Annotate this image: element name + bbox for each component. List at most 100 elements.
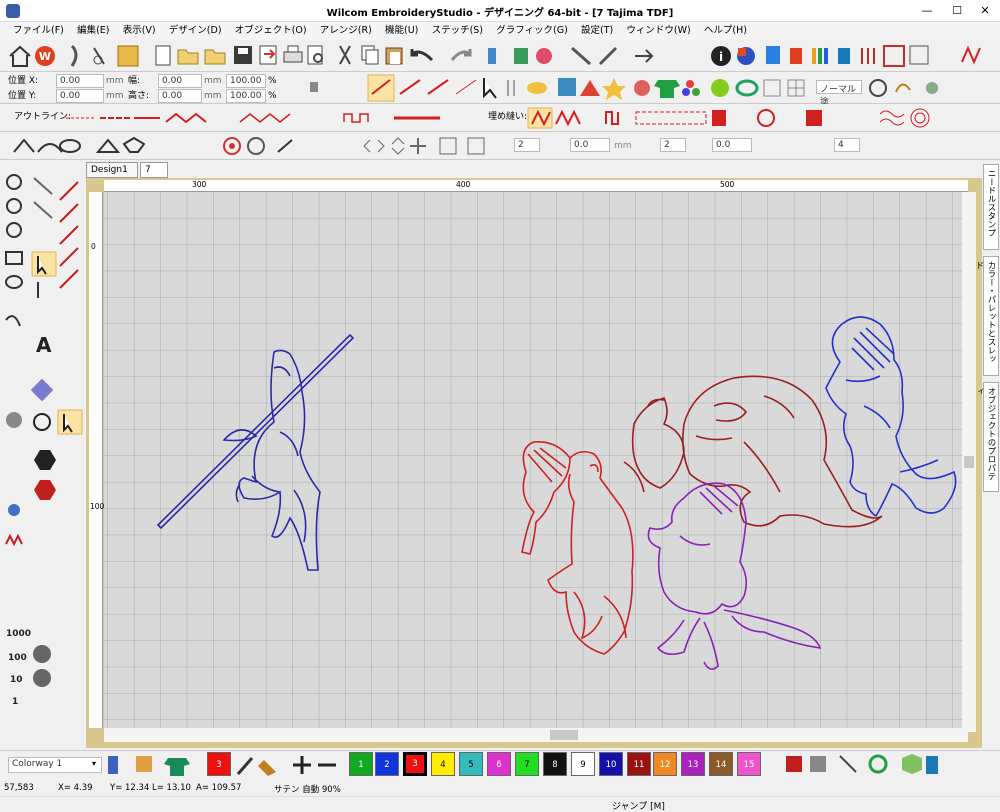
arrange-icons [13, 136, 485, 155]
satin-icon [399, 79, 421, 95]
leaf-icon [711, 79, 729, 97]
maximize-button[interactable]: ☐ [942, 0, 972, 22]
tab-7[interactable]: 7 ✕ [140, 162, 168, 189]
menu-stitch[interactable]: ステッチ(S) [427, 22, 488, 40]
lettering-icon: A [36, 333, 52, 357]
paint-bucket-icon [258, 760, 276, 776]
svg-text:100: 100 [8, 653, 27, 663]
cube-icon [902, 754, 922, 774]
home-icon [9, 45, 31, 67]
menu-window[interactable]: ウィンドウ(W) [621, 22, 695, 40]
circle-target-icon [223, 137, 241, 155]
layout-icon [909, 45, 929, 65]
flip-h-icon [363, 139, 385, 153]
freehand-icon [5, 315, 21, 327]
number-1000-icon: 1000 [6, 629, 31, 639]
ruler-tick-100: 100 [90, 502, 105, 511]
slow-redraw-icon [514, 48, 528, 64]
menu-settings[interactable]: 設定(T) [576, 22, 618, 40]
menu-help[interactable]: ヘルプ(H) [699, 22, 752, 40]
percent-h: % [268, 91, 277, 101]
fill-spiral-icon [910, 108, 930, 128]
tab-design1[interactable]: Design1 ✕ [86, 162, 138, 189]
width-field[interactable]: 0.00 [158, 74, 202, 88]
tab-color-palette[interactable]: カラー・パレットとスレッド [974, 256, 999, 376]
grid-background [104, 192, 968, 728]
stitch-type-icons [66, 107, 930, 129]
palette-icon [766, 46, 780, 64]
percent-w: % [268, 76, 277, 86]
position-y-field[interactable]: 0.00 [56, 89, 104, 103]
thread-chart-icon [786, 756, 802, 772]
vertical-scrollbar[interactable] [962, 192, 976, 732]
zigzag-tool-icon [5, 533, 23, 547]
run-icon [455, 79, 477, 95]
pencil-icon [598, 46, 618, 66]
image-icon [558, 78, 576, 96]
fill-step-icon [605, 111, 619, 125]
menu-edit[interactable]: 編集(E) [72, 22, 114, 40]
fill-tatami-icon [555, 109, 581, 127]
position-x-field[interactable]: 0.00 [56, 74, 104, 88]
bird-icon [634, 80, 650, 96]
threads-icon [571, 46, 591, 66]
mosaic-icon [136, 756, 152, 772]
spacing-field-3[interactable]: 2 [660, 138, 686, 152]
fill-dropdown[interactable]: ノーマル塗 [816, 80, 862, 108]
spacing-field-2[interactable]: 0.0 [570, 138, 610, 152]
lock-icon [310, 82, 318, 92]
undo-icon [410, 49, 434, 62]
select-arrow-icon [31, 251, 57, 277]
digitize-tools-icon [6, 174, 22, 238]
menu-view[interactable]: 表示(V) [118, 22, 161, 40]
spacing-field-1[interactable]: 2 [514, 138, 540, 152]
paste-icon [385, 47, 403, 65]
stitch-type-toolbar: アウトライン: 埋め縫い: [0, 104, 1000, 132]
menu-arrange[interactable]: アレンジ(R) [315, 22, 377, 40]
pacman-icon [33, 645, 51, 663]
hide-icon [839, 755, 857, 773]
fish-icon [527, 82, 547, 94]
vertical-scroll-thumb[interactable] [964, 456, 974, 468]
redo-icon [450, 49, 472, 61]
menu-file[interactable]: ファイル(F) [8, 22, 69, 40]
text-icon [810, 756, 826, 772]
scale-width-field[interactable]: 100.00 [226, 74, 266, 88]
menu-function[interactable]: 機能(U) [380, 22, 423, 40]
height-field[interactable]: 0.00 [158, 89, 202, 103]
print-icon [283, 45, 303, 63]
cut-icon [339, 45, 351, 65]
menu-design[interactable]: デザイン(D) [164, 22, 227, 40]
hexagon-red-icon [34, 480, 56, 500]
svg-text:A: A [36, 333, 52, 357]
zigzag-icon [961, 45, 981, 65]
menu-object[interactable]: オブジェクト(O) [230, 22, 312, 40]
fill-satin-icon [527, 107, 553, 129]
shirt-icon [654, 80, 680, 98]
close-button[interactable]: ✕ [970, 0, 1000, 22]
tab-needle-stamp[interactable]: ニードルスタンプ [983, 164, 999, 250]
select-icon [57, 409, 83, 435]
design-svg[interactable] [104, 192, 968, 728]
info-icon: i [711, 46, 731, 66]
horizontal-scroll-thumb[interactable] [550, 730, 578, 740]
spacing-field-4[interactable]: 0.0 [712, 138, 752, 152]
menu-graphics[interactable]: グラフィック(G) [491, 22, 573, 40]
arrange-toolbar: 2 0.0 mm 2 0.0 4 [0, 132, 1000, 160]
gear-arrow-icon [926, 82, 938, 94]
spacing-field-5[interactable]: 4 [834, 138, 860, 152]
fit-icon [467, 137, 485, 155]
design-icon [117, 45, 139, 67]
outline-satin-icon [165, 112, 207, 124]
tab-object-properties[interactable]: オブジェクトのプロパティ [974, 382, 999, 492]
design-canvas[interactable] [104, 192, 968, 728]
minimize-button[interactable]: — [912, 0, 942, 22]
scale-height-field[interactable]: 100.00 [226, 89, 266, 103]
needle-red-icon [59, 181, 79, 289]
horizontal-ruler: 300 400 500 [104, 180, 968, 192]
horizontal-scrollbar[interactable] [104, 728, 968, 742]
standard-toolbar-icons: W i [9, 44, 981, 67]
open-folder-2-icon [204, 49, 226, 65]
needles-icon [861, 48, 875, 64]
cursor-length: L= 13.10 [152, 783, 191, 793]
